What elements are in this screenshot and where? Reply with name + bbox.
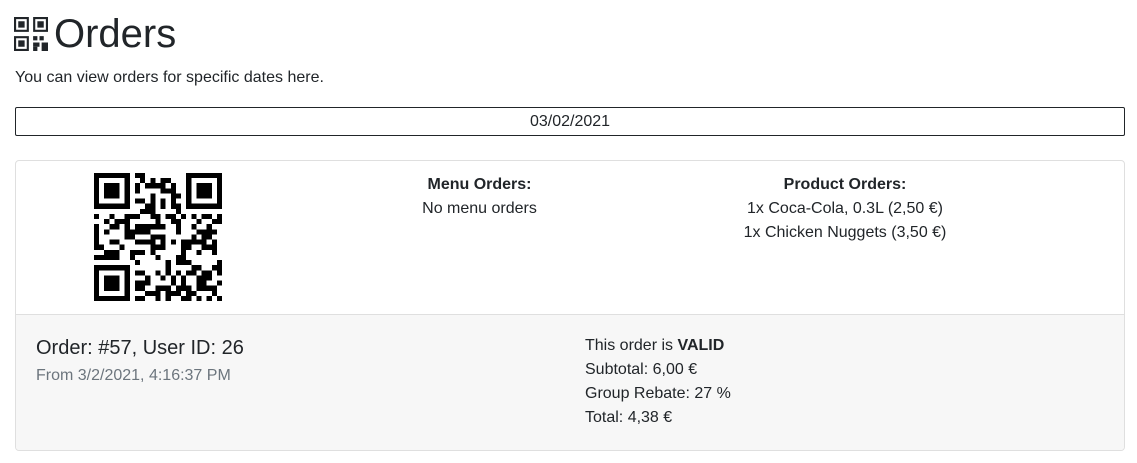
order-summary: This order is VALID Subtotal: 6,00 € Gro…	[585, 334, 731, 430]
page-description: You can view orders for specific dates h…	[15, 69, 324, 86]
page-title: Orders	[54, 12, 177, 56]
order-total: Total: 4,38 €	[585, 409, 673, 426]
page-header: Orders	[14, 12, 176, 56]
menu-orders-section: Menu Orders: No menu orders	[362, 173, 597, 221]
qr-code-icon	[14, 17, 48, 51]
order-card-footer: Order: #57, User ID: 26 From 3/2/2021, 4…	[16, 314, 1124, 450]
order-timestamp: From 3/2/2021, 4:16:37 PM	[36, 367, 231, 384]
order-rebate: Group Rebate: 27 %	[585, 385, 731, 402]
product-orders-section: Product Orders: 1x Coca-Cola, 0.3L (2,50…	[685, 173, 1005, 245]
order-title: Order: #57, User ID: 26	[36, 337, 244, 359]
product-order-item: 1x Chicken Nuggets (3,50 €)	[743, 224, 947, 241]
order-status-value: VALID	[677, 337, 725, 354]
product-orders-heading: Product Orders:	[783, 176, 907, 193]
product-order-item: 1x Coca-Cola, 0.3L (2,50 €)	[747, 200, 943, 217]
order-card: Menu Orders: No menu orders Product Orde…	[15, 160, 1125, 451]
date-filter-input[interactable]	[15, 107, 1125, 136]
order-card-body: Menu Orders: No menu orders Product Orde…	[16, 161, 1124, 314]
menu-orders-heading: Menu Orders:	[427, 176, 532, 193]
order-status: This order is VALID	[585, 334, 731, 358]
order-qr-code	[94, 173, 222, 301]
menu-orders-empty: No menu orders	[422, 200, 537, 217]
order-status-prefix: This order is	[585, 337, 678, 354]
order-subtotal: Subtotal: 6,00 €	[585, 361, 698, 378]
